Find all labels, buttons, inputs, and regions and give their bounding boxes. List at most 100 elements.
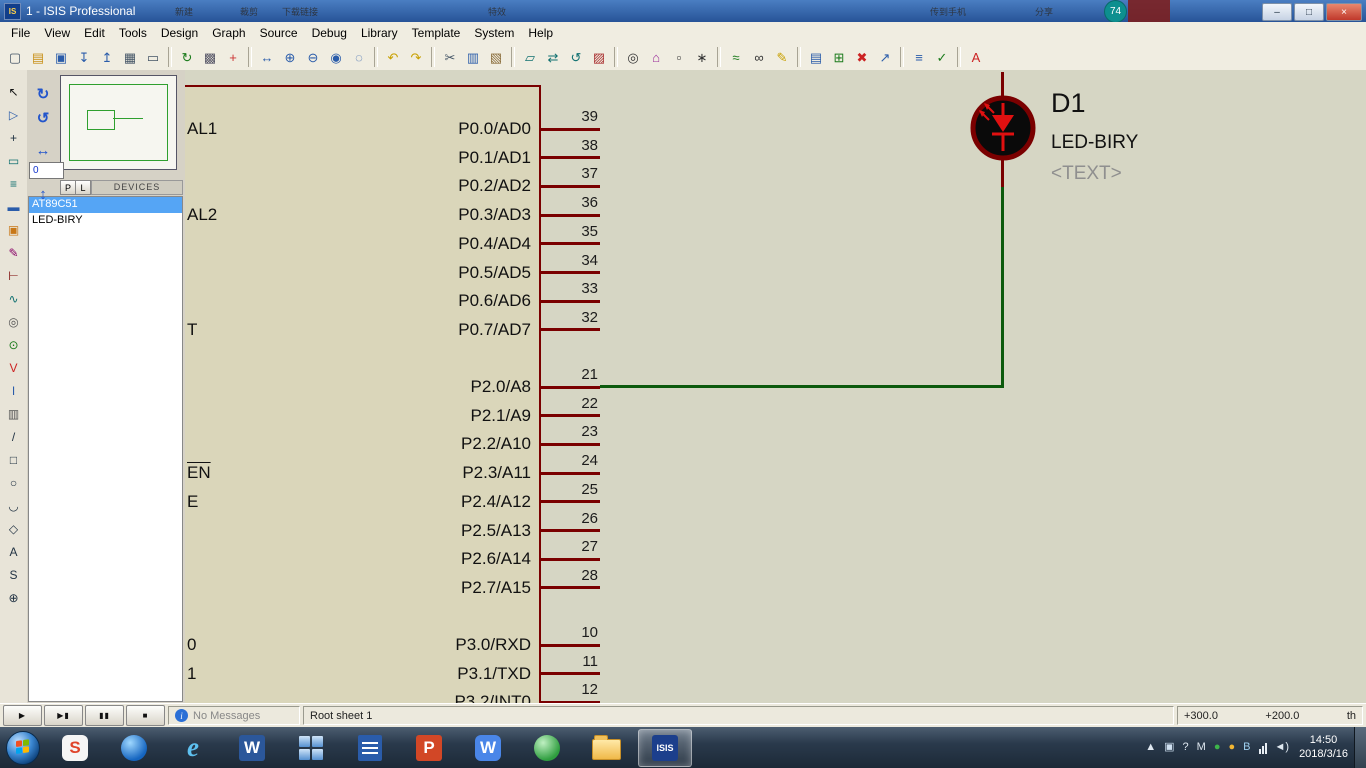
chip-pin-27[interactable] (541, 557, 600, 561)
zoom-area-button[interactable]: ◌ (348, 46, 370, 68)
search-and-tag-button[interactable]: ∞ (748, 46, 770, 68)
block-rotate-button[interactable]: ↺ (565, 46, 587, 68)
subcircuit-mode-button[interactable]: ▣ (3, 220, 24, 240)
tray-volume-icon[interactable]: ◄) (1275, 742, 1290, 753)
bus-mode-button[interactable]: ▬ (3, 197, 24, 217)
taskbar-browser-green-button[interactable] (520, 729, 574, 767)
chip-pin-32[interactable] (541, 328, 600, 332)
device-item-led-biry[interactable]: LED-BIRY (29, 213, 182, 229)
menu-item-source[interactable]: Source (253, 23, 305, 43)
library-button[interactable]: L (75, 180, 91, 195)
wire-p20-to-led[interactable] (600, 385, 1004, 388)
menu-item-system[interactable]: System (467, 23, 521, 43)
bill-of-materials-button[interactable]: ≡ (908, 46, 930, 68)
instant-edit-mode-button[interactable]: ✎ (3, 243, 24, 263)
new-file-button[interactable]: ▢ (4, 46, 26, 68)
component-mode-button[interactable]: ▷ (3, 105, 24, 125)
zoom-in-button[interactable]: ⊕ (279, 46, 301, 68)
chip-pin-33[interactable] (541, 299, 600, 303)
taskbar-powerpoint-button[interactable]: P (402, 729, 456, 767)
tape-recorder-mode-button[interactable]: ◎ (3, 312, 24, 332)
show-desktop-button[interactable] (1354, 727, 1366, 768)
design-explorer-button[interactable]: ▤ (805, 46, 827, 68)
junction-dot-mode-button[interactable]: + (3, 128, 24, 148)
chip-pin-39[interactable] (541, 127, 600, 131)
open-file-button[interactable]: ▤ (27, 46, 49, 68)
stop-button[interactable]: ■ (126, 705, 165, 726)
2d-circle-mode-button[interactable]: ○ (3, 473, 24, 493)
taskbar-wps-button[interactable]: W (461, 729, 515, 767)
pan-button[interactable]: ↔ (256, 46, 278, 68)
pause-button[interactable]: ▮▮ (85, 705, 124, 726)
taskbar-isis-proteus-button[interactable]: ISIS (638, 728, 692, 767)
netlist-to-ares-button[interactable]: A (965, 46, 987, 68)
chip-pin-11[interactable] (541, 672, 600, 676)
pick-device-button[interactable]: ◎ (622, 46, 644, 68)
menu-item-graph[interactable]: Graph (205, 23, 252, 43)
text-script-mode-button[interactable]: ≡ (3, 174, 24, 194)
mirror-horizontal-button[interactable]: ↔ (31, 140, 55, 160)
menu-item-file[interactable]: File (4, 23, 37, 43)
maximize-button[interactable]: □ (1294, 3, 1324, 21)
2d-text-mode-button[interactable]: A (3, 542, 24, 562)
step-button[interactable]: ▶▮ (44, 705, 83, 726)
decompose-button[interactable]: ∗ (691, 46, 713, 68)
make-device-button[interactable]: ⌂ (645, 46, 667, 68)
redo-button[interactable]: ↷ (405, 46, 427, 68)
zoom-all-button[interactable]: ◉ (325, 46, 347, 68)
taskbar-word-button[interactable]: W (225, 729, 279, 767)
tray-expand-icon[interactable]: ▲ (1145, 742, 1156, 753)
chip-pin-35[interactable] (541, 242, 600, 246)
menu-item-design[interactable]: Design (154, 23, 205, 43)
taskbar-window-panes-button[interactable] (284, 729, 338, 767)
chip-pin-24[interactable] (541, 471, 600, 475)
toggle-grid-button[interactable]: ▩ (199, 46, 221, 68)
chip-pin-28[interactable] (541, 586, 600, 590)
play-button[interactable]: ▶ (3, 705, 42, 726)
chip-pin-34[interactable] (541, 271, 600, 274)
rotate-clockwise-button[interactable]: ↻ (31, 84, 55, 104)
export-section-button[interactable]: ↥ (96, 46, 118, 68)
menu-item-edit[interactable]: Edit (77, 23, 112, 43)
chip-pin-26[interactable] (541, 529, 600, 532)
false-origin-button[interactable]: + (222, 46, 244, 68)
2d-marker-mode-button[interactable]: ⊕ (3, 588, 24, 608)
undo-button[interactable]: ↶ (382, 46, 404, 68)
taskbar-file-explorer-button[interactable] (579, 729, 633, 767)
tray-ime-icon[interactable]: M (1197, 742, 1206, 753)
chip-pin-21[interactable] (541, 385, 600, 389)
taskbar-clock[interactable]: 14:50 2018/3/16 (1299, 727, 1348, 768)
2d-arc-mode-button[interactable]: ◡ (3, 496, 24, 516)
import-section-button[interactable]: ↧ (73, 46, 95, 68)
close-button[interactable]: × (1326, 3, 1362, 21)
2d-symbol-mode-button[interactable]: S (3, 565, 24, 585)
menu-item-library[interactable]: Library (354, 23, 405, 43)
copy-button[interactable]: ▥ (462, 46, 484, 68)
start-button[interactable] (6, 730, 40, 765)
schematic-canvas[interactable]: D1 LED-BIRY <TEXT> 39 P0.0/AD0 38 P0.1/AD1 3… (185, 70, 1366, 704)
packaging-tool-button[interactable]: ▫ (668, 46, 690, 68)
paste-button[interactable]: ▧ (485, 46, 507, 68)
rotation-angle-input[interactable]: 0 (29, 162, 64, 179)
taskbar-internet-explorer-button[interactable]: e (166, 729, 220, 767)
device-pin-mode-button[interactable]: ⊢ (3, 266, 24, 286)
taskbar-notes-button[interactable] (343, 729, 397, 767)
taskbar-browser-blue-button[interactable] (107, 729, 161, 767)
chip-pin-10[interactable] (541, 643, 600, 647)
mark-output-area-button[interactable]: ▭ (142, 46, 164, 68)
current-probe-mode-button[interactable]: I (3, 381, 24, 401)
menu-item-tools[interactable]: Tools (112, 23, 154, 43)
property-assignment-button[interactable]: ✎ (771, 46, 793, 68)
tray-bluetooth-icon[interactable]: B (1243, 742, 1250, 753)
pick-parts-button[interactable]: P (60, 180, 76, 195)
generator-mode-button[interactable]: ⊙ (3, 335, 24, 355)
2d-box-mode-button[interactable]: □ (3, 450, 24, 470)
menu-item-help[interactable]: Help (521, 23, 560, 43)
electrical-rules-check-button[interactable]: ✓ (931, 46, 953, 68)
chip-pin-25[interactable] (541, 500, 600, 504)
wire-vertical-segment[interactable] (1001, 185, 1004, 388)
tray-window-icon[interactable]: ▣ (1164, 742, 1174, 753)
voltage-probe-mode-button[interactable]: V (3, 358, 24, 378)
tray-dot-icon[interactable]: ● (1229, 742, 1236, 753)
block-copy-button[interactable]: ▱ (519, 46, 541, 68)
